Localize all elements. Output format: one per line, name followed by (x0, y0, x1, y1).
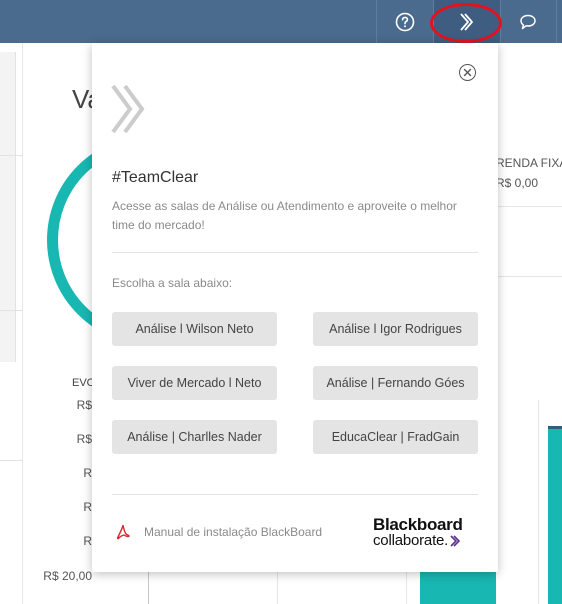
chart-gridline (538, 400, 539, 604)
help-circle-icon (395, 12, 414, 31)
room-button-fernando-goes[interactable]: Análise | Fernando Góes (313, 366, 478, 400)
brand-line2: collaborate. (373, 533, 481, 548)
divider (498, 206, 562, 207)
choose-room-label: Escolha a sala abaixo: (112, 276, 233, 290)
chat-bubble-icon (519, 14, 536, 29)
help-button[interactable] (377, 0, 432, 43)
divider (112, 252, 478, 253)
y-axis-label: R$ 20,00 (43, 569, 92, 583)
navbar-divider (556, 0, 557, 43)
divider (0, 460, 22, 461)
room-button-viver-de-mercado[interactable]: Viver de Mercado l Neto (112, 366, 277, 400)
left-panel (0, 52, 16, 362)
chart-bar (548, 428, 562, 604)
y-axis-label: R (83, 534, 92, 548)
manual-label: Manual de instalação BlackBoard (144, 525, 323, 539)
renda-fixa-label: RENDA FIXA (496, 156, 562, 170)
room-button-charlles-nader[interactable]: Análise | Charlles Nader (112, 420, 277, 454)
room-button-educaclear-fradgain[interactable]: EducaClear | FradGain (313, 420, 478, 454)
highlight-annotation (430, 3, 502, 43)
manual-link[interactable]: Manual de instalação BlackBoard (116, 524, 322, 540)
close-button[interactable] (459, 64, 476, 81)
y-axis-label: R$ (76, 432, 92, 446)
chevron-right-icon (450, 534, 461, 547)
brand-line2-text: collaborate. (373, 532, 449, 549)
chart-bar-cap (548, 426, 562, 429)
room-button-wilson-neto[interactable]: Análise l Wilson Neto (112, 312, 277, 346)
pdf-icon (116, 524, 130, 540)
blackboard-collaborate-logo: Blackboard collaborate. (373, 515, 481, 548)
y-axis-label: R$ (76, 398, 92, 412)
y-axis-label: R (83, 466, 92, 480)
divider (112, 494, 478, 495)
team-clear-popup: #TeamClear Acesse as salas de Análise ou… (92, 43, 498, 572)
divider (0, 310, 22, 311)
renda-fixa-value: R$ 0,00 (496, 176, 539, 190)
y-axis-label: R (83, 500, 92, 514)
divider (0, 155, 22, 156)
chat-button[interactable] (500, 0, 555, 43)
brand-line1: Blackboard (373, 515, 463, 534)
close-circle-icon (463, 68, 472, 77)
popup-title: #TeamClear (112, 169, 199, 186)
popup-description: Acesse as salas de Análise ou Atendiment… (112, 199, 457, 232)
double-chevron-right-icon (111, 84, 145, 134)
divider (498, 276, 562, 277)
room-button-igor-rodrigues[interactable]: Análise l Igor Rodrigues (313, 312, 478, 346)
divider (22, 43, 23, 604)
